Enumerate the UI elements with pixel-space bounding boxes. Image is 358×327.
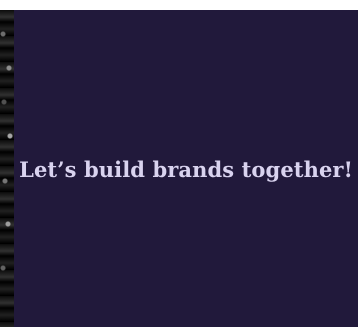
- hero-tagline: Let’s build brands together!: [19, 156, 353, 182]
- decorative-texture-strip: [0, 10, 14, 327]
- hero-section: Let’s build brands together!: [0, 0, 358, 327]
- purple-hero-panel: Let’s build brands together!: [14, 10, 358, 327]
